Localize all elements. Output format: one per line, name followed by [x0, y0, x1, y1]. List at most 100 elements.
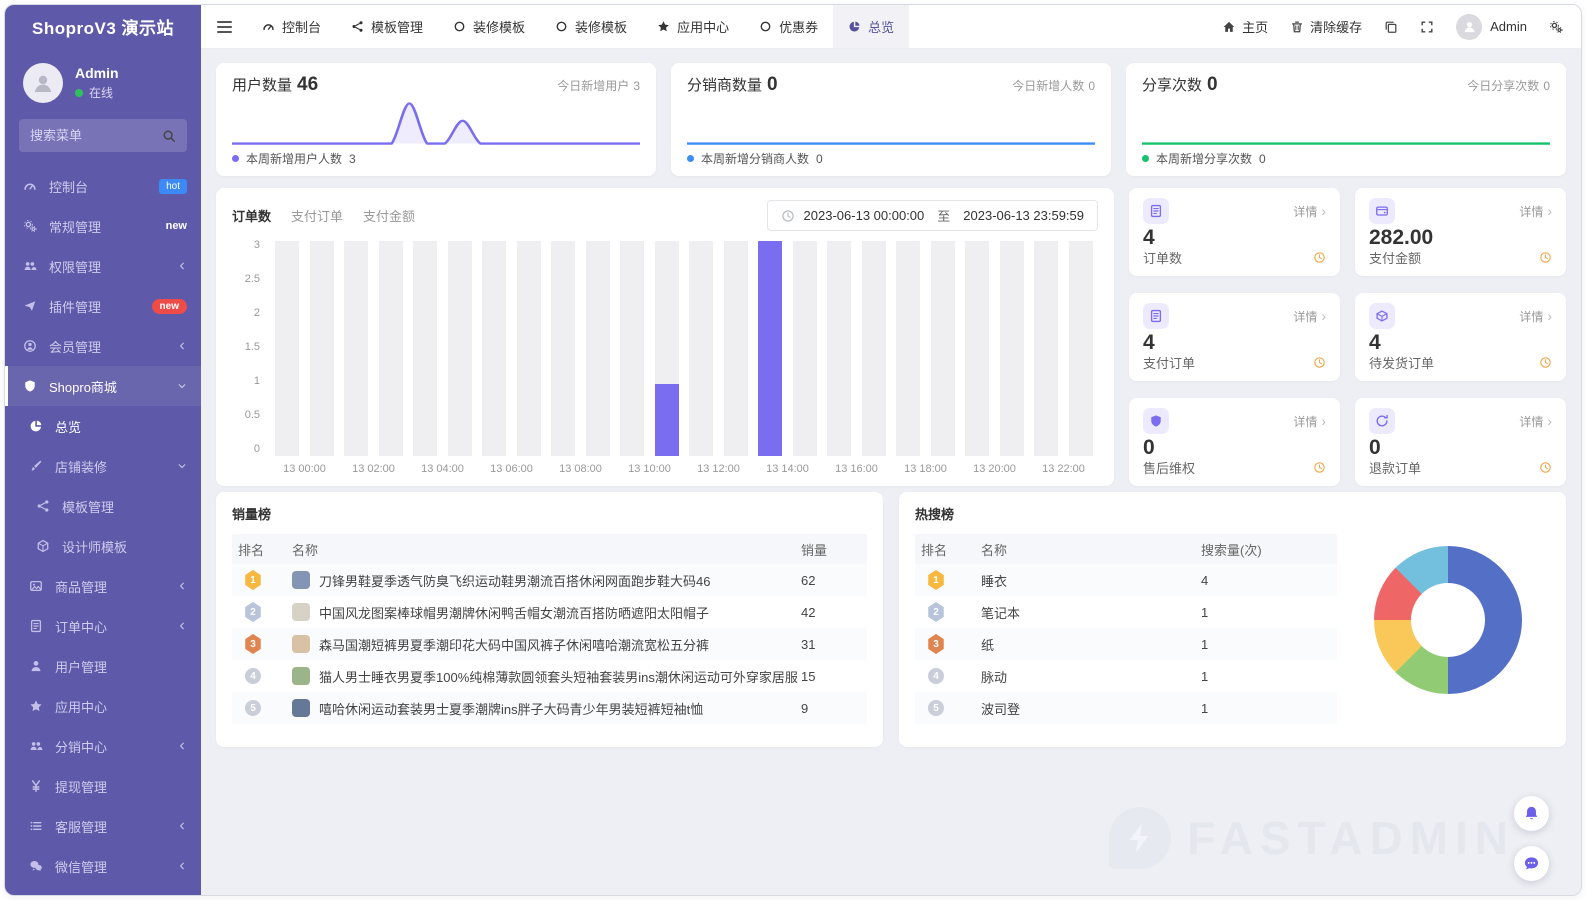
topbar-tab[interactable]: 模板管理 [336, 5, 438, 48]
tab-pay-amount[interactable]: 支付金额 [363, 206, 415, 225]
home-link[interactable]: 主页 [1222, 17, 1268, 36]
fastadmin-logo-icon [1109, 807, 1171, 869]
sidebar-item[interactable]: Shopro商城 [5, 366, 201, 406]
chevron-left-icon [177, 341, 187, 351]
clock-icon [1313, 251, 1326, 264]
chevron-right-icon: › [1547, 309, 1552, 323]
sidebar-item[interactable]: 权限管理 [5, 246, 201, 286]
detail-link[interactable]: 详情› [1293, 308, 1326, 325]
topbar-tab[interactable]: 优惠券 [744, 5, 833, 48]
dashboard-icon [23, 179, 39, 193]
chevron-left-icon [177, 261, 187, 271]
topbar-tab[interactable]: 应用中心 [642, 5, 744, 48]
overview-row: 用户数量46 今日新增用户3 本周新增用户人数3 分销商数量0 今日新增人数0 [216, 63, 1566, 171]
overview-title: 用户数量46 [232, 74, 318, 96]
x-tick: 13 12:00 [684, 463, 753, 478]
topbar-tab[interactable]: 总览 [833, 5, 909, 48]
tab-pay-order[interactable]: 支付订单 [291, 206, 343, 225]
menu-toggle-button[interactable] [201, 5, 247, 48]
sidebar-item[interactable]: 设计师模板 [5, 526, 201, 566]
overview-sparkline-chart [687, 98, 1095, 148]
sidebar-item[interactable]: 提现管理 [5, 766, 201, 806]
sidebar-item[interactable]: 商品管理 [5, 566, 201, 606]
search-button[interactable] [151, 129, 187, 143]
rank-badge: 2 [244, 602, 262, 622]
x-tick: 13 18:00 [891, 463, 960, 478]
rank-badge: 3 [927, 634, 945, 654]
rank-badge: 3 [244, 634, 262, 654]
y-tick: 1.5 [232, 342, 260, 353]
detail-link[interactable]: 详情› [1519, 413, 1552, 430]
order-bar [684, 241, 719, 456]
stat-cards-grid: 详情› 4 订单数 详情› 282. [1129, 188, 1566, 486]
sidebar-item[interactable]: 插件管理 new [5, 286, 201, 326]
tab-order-count[interactable]: 订单数 [232, 206, 271, 225]
copy-button[interactable] [1384, 20, 1398, 34]
stat-value: 0 [1369, 437, 1552, 458]
user-menu[interactable]: Admin [1456, 14, 1527, 40]
order-bar [443, 241, 478, 456]
sidebar-item[interactable]: 控制台 hot [5, 166, 201, 206]
order-bar [546, 241, 581, 456]
stat-card: 详情› 282.00 支付金额 [1355, 188, 1566, 276]
stat-value: 4 [1143, 332, 1326, 353]
sidebar-item[interactable]: 模板管理 [5, 486, 201, 526]
goods-icon [29, 579, 45, 593]
date-range-picker[interactable]: 2023-06-13 00:00:00 至 2023-06-13 23:59:5… [767, 200, 1098, 231]
product-thumbnail [292, 699, 310, 717]
pie-icon [848, 20, 861, 33]
stat-value: 4 [1143, 227, 1326, 248]
stat-card: 详情› 4 待发货订单 [1355, 293, 1566, 381]
expand-icon [1420, 20, 1434, 34]
topbar-tab[interactable]: 装修模板 [540, 5, 642, 48]
detail-link[interactable]: 详情› [1519, 308, 1552, 325]
order-bar [512, 241, 547, 456]
settings-button[interactable] [1549, 20, 1563, 34]
sales-count: 62 [801, 573, 861, 588]
bell-icon [1523, 805, 1540, 822]
rank-badge: 1 [927, 570, 945, 590]
sidebar-item[interactable]: 应用中心 [5, 686, 201, 726]
product-thumbnail [292, 603, 310, 621]
keyword: 笔记本 [981, 603, 1201, 622]
sidebar-item[interactable]: 分销中心 [5, 726, 201, 766]
fullscreen-button[interactable] [1420, 20, 1434, 34]
order-bar [408, 241, 443, 456]
sidebar-item[interactable]: 会员管理 [5, 326, 201, 366]
order-chart-tabs: 订单数 支付订单 支付金额 [232, 206, 415, 225]
notifications-button[interactable] [1514, 796, 1549, 831]
sidebar-item[interactable]: 订单中心 [5, 606, 201, 646]
gear-icon [1549, 20, 1563, 34]
sales-count: 31 [801, 637, 861, 652]
stat-label: 支付订单 [1143, 353, 1195, 372]
sidebar-item[interactable]: 用户管理 [5, 646, 201, 686]
avatar[interactable] [23, 63, 63, 103]
content: 用户数量46 今日新增用户3 本周新增用户人数3 分销商数量0 今日新增人数0 [201, 49, 1581, 895]
chevron-left-icon [177, 861, 187, 871]
search-input[interactable] [19, 119, 151, 152]
chat-button[interactable] [1514, 846, 1549, 881]
topbar-tab[interactable]: 装修模板 [438, 5, 540, 48]
sidebar-item[interactable]: 客服管理 [5, 806, 201, 846]
overview-legend: 本周新增用户人数3 [232, 150, 640, 167]
detail-link[interactable]: 详情› [1519, 203, 1552, 220]
sales-rank-row: 3 森马国潮短裤男夏季潮印花大码中国风裤子休闲嘻哈潮流宽松五分裤 31 [232, 628, 867, 660]
clear-cache-link[interactable]: 清除缓存 [1290, 17, 1362, 36]
order-bar [995, 241, 1030, 456]
bars-area [270, 241, 1098, 456]
chevron-right-icon: › [1547, 414, 1552, 428]
legend-dot [687, 155, 694, 162]
fastadmin-watermark: FASTADMIN [1109, 807, 1515, 869]
sidebar-item[interactable]: 常规管理 new [5, 206, 201, 246]
topbar-tab[interactable]: 控制台 [247, 5, 336, 48]
sidebar-item[interactable]: 店铺装修 [5, 446, 201, 486]
refund-icon [1369, 408, 1395, 434]
detail-link[interactable]: 详情› [1293, 413, 1326, 430]
sidebar-item[interactable]: 总览 [5, 406, 201, 446]
chevron-left-icon [177, 741, 187, 751]
search-count: 1 [1201, 701, 1331, 716]
overview-legend: 本周新增分销商人数0 [687, 150, 1095, 167]
detail-link[interactable]: 详情› [1293, 203, 1326, 220]
sidebar-item[interactable]: 微信管理 [5, 846, 201, 886]
order-bar [719, 241, 754, 456]
